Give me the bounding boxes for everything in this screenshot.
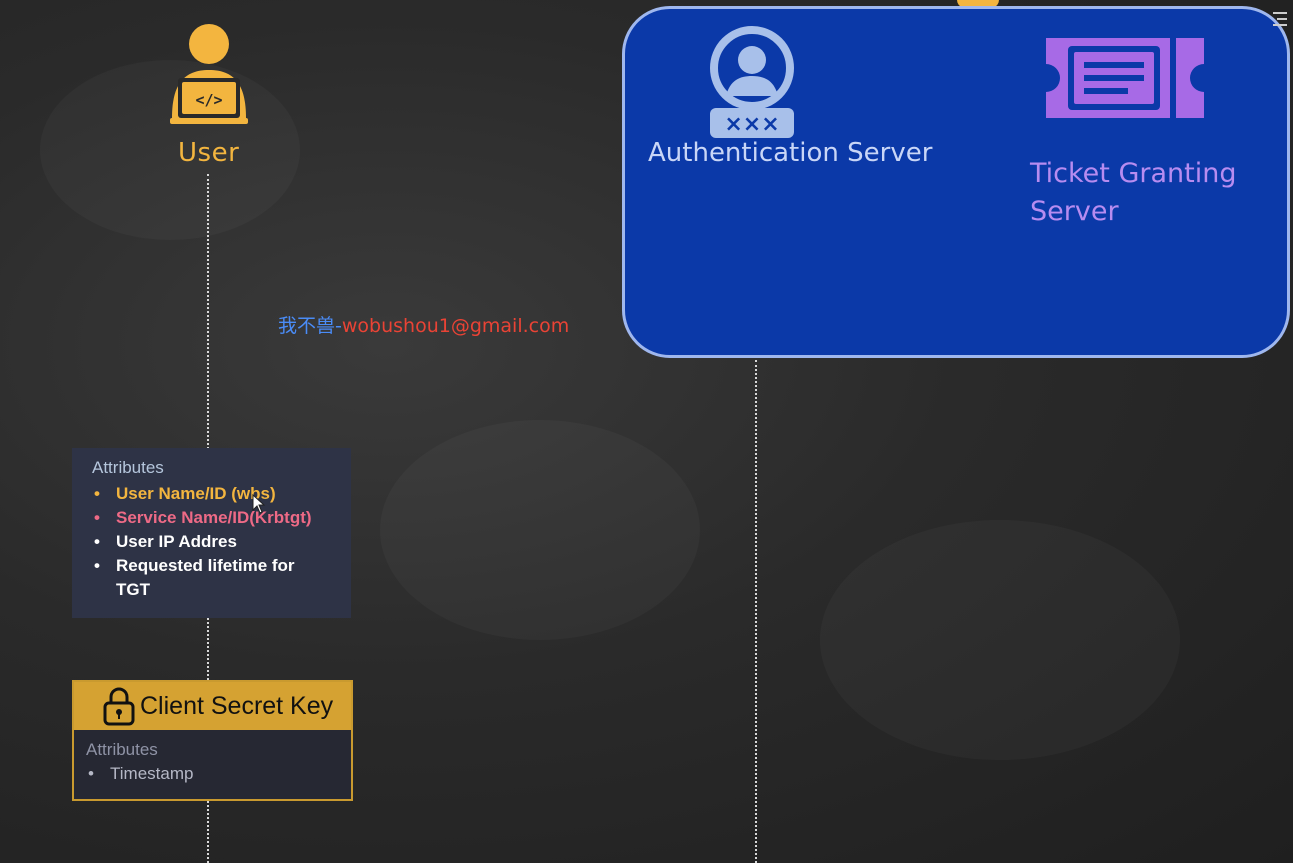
user-label: User bbox=[178, 138, 240, 168]
ticket-icon bbox=[1046, 38, 1204, 118]
request-attributes-box: Attributes User Name/ID (wbs) Service Na… bbox=[72, 448, 351, 618]
user-password-icon: ××× bbox=[710, 26, 794, 138]
user-lifeline bbox=[207, 801, 209, 863]
watermark: 我不兽-wobushou1@gmail.com bbox=[278, 311, 569, 338]
client-secret-key-body: Attributes Timestamp bbox=[74, 730, 351, 784]
mouse-cursor-icon bbox=[252, 494, 266, 514]
texture-blob bbox=[820, 520, 1180, 760]
watermark-sep: - bbox=[335, 315, 342, 337]
client-secret-key-title: Client Secret Key bbox=[140, 691, 334, 720]
developer-laptop-icon: </> bbox=[170, 24, 248, 124]
watermark-cn: 我不兽 bbox=[278, 315, 336, 337]
auth-server-lifeline bbox=[755, 360, 757, 863]
attribute-item-service: Service Name/ID(Krbtgt) bbox=[92, 506, 351, 530]
texture-blob bbox=[380, 420, 700, 640]
attributes-list: User Name/ID (wbs) Service Name/ID(Krbtg… bbox=[92, 482, 351, 602]
user-lifeline bbox=[207, 618, 209, 680]
key-attribute-item: Timestamp bbox=[86, 764, 351, 784]
key-attributes-title: Attributes bbox=[86, 740, 158, 759]
svg-text:×××: ××× bbox=[724, 112, 779, 137]
attribute-item-lifetime: Requested lifetime for TGT bbox=[92, 554, 316, 602]
attribute-item-ip: User IP Addres bbox=[92, 530, 351, 554]
auth-server-label: Authentication Server bbox=[648, 138, 933, 168]
padlock-icon bbox=[103, 687, 135, 726]
client-secret-key-box: Client Secret Key Attributes Timestamp bbox=[72, 680, 353, 801]
user-lifeline bbox=[207, 174, 209, 449]
attributes-title: Attributes bbox=[92, 458, 164, 477]
client-secret-key-header: Client Secret Key bbox=[74, 682, 351, 730]
tgs-label: Ticket Granting Server bbox=[1030, 158, 1237, 227]
menu-icon[interactable] bbox=[1267, 10, 1289, 28]
key-attributes-list: Timestamp bbox=[86, 764, 351, 784]
svg-text:</>: </> bbox=[195, 91, 222, 109]
attribute-item-username: User Name/ID (wbs) bbox=[92, 482, 351, 506]
watermark-email: wobushou1@gmail.com bbox=[341, 315, 570, 337]
